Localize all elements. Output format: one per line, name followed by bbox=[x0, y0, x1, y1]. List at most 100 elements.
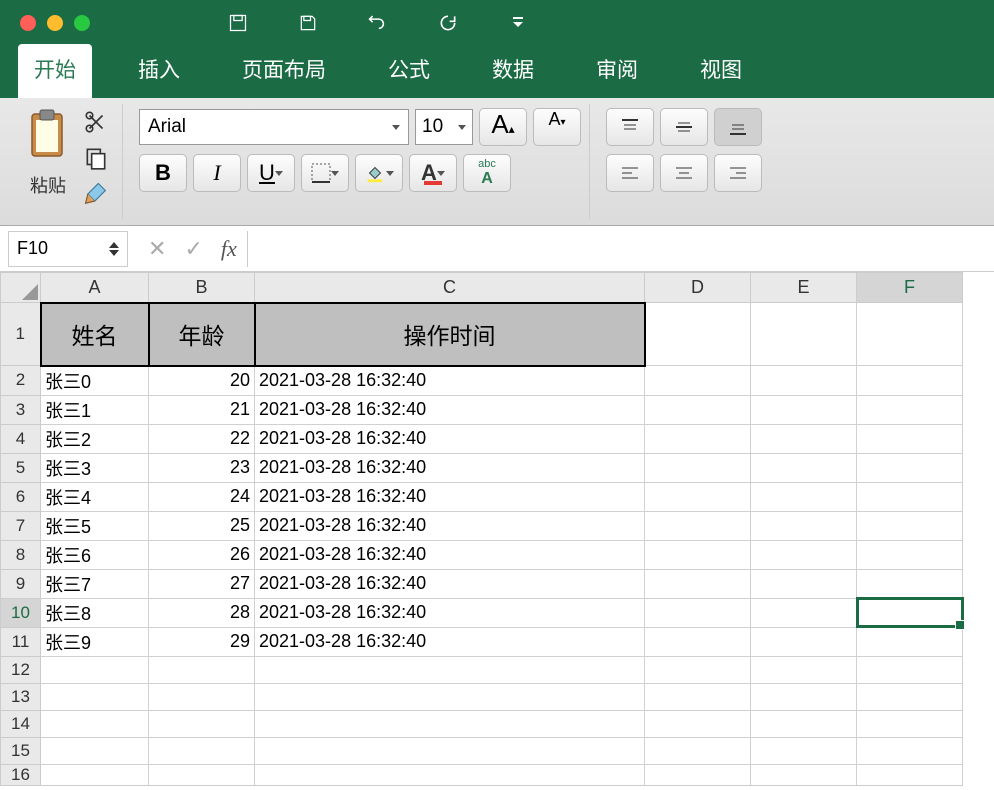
qat-customize-icon[interactable] bbox=[508, 13, 528, 33]
col-header-A[interactable]: A bbox=[41, 273, 149, 303]
cell[interactable] bbox=[857, 511, 963, 540]
row-header[interactable]: 2 bbox=[1, 366, 41, 396]
namebox-spinner[interactable] bbox=[109, 237, 119, 261]
cell[interactable] bbox=[645, 656, 751, 683]
cell[interactable] bbox=[857, 395, 963, 424]
cell[interactable] bbox=[857, 540, 963, 569]
select-all-corner[interactable] bbox=[1, 273, 41, 303]
cell[interactable] bbox=[751, 453, 857, 482]
cell[interactable]: 25 bbox=[149, 511, 255, 540]
cell[interactable]: 28 bbox=[149, 598, 255, 627]
cell[interactable]: 张三1 bbox=[41, 395, 149, 424]
col-header-C[interactable]: C bbox=[255, 273, 645, 303]
row-header[interactable]: 9 bbox=[1, 569, 41, 598]
redo-icon[interactable] bbox=[438, 13, 458, 33]
tab-insert[interactable]: 插入 bbox=[122, 44, 196, 98]
underline-button[interactable]: U bbox=[247, 154, 295, 192]
row-header[interactable]: 16 bbox=[1, 764, 41, 785]
cell[interactable] bbox=[751, 424, 857, 453]
cell[interactable]: 张三8 bbox=[41, 598, 149, 627]
header-cell-age[interactable]: 年龄 bbox=[149, 303, 255, 366]
cell[interactable] bbox=[751, 303, 857, 366]
minimize-window-button[interactable] bbox=[47, 15, 63, 31]
cell[interactable] bbox=[645, 737, 751, 764]
save-icon[interactable] bbox=[298, 13, 318, 33]
cell[interactable] bbox=[645, 453, 751, 482]
cell[interactable] bbox=[751, 656, 857, 683]
cell[interactable] bbox=[857, 482, 963, 511]
format-painter-button[interactable] bbox=[82, 180, 110, 208]
tab-view[interactable]: 视图 bbox=[684, 44, 758, 98]
cell[interactable]: 2021-03-28 16:32:40 bbox=[255, 453, 645, 482]
cell[interactable]: 2021-03-28 16:32:40 bbox=[255, 395, 645, 424]
cell[interactable] bbox=[645, 424, 751, 453]
cell[interactable]: 张三4 bbox=[41, 482, 149, 511]
cell[interactable] bbox=[751, 511, 857, 540]
cell[interactable]: 23 bbox=[149, 453, 255, 482]
cell[interactable]: 张三3 bbox=[41, 453, 149, 482]
cell[interactable] bbox=[645, 569, 751, 598]
cell[interactable]: 张三5 bbox=[41, 511, 149, 540]
cell[interactable]: 22 bbox=[149, 424, 255, 453]
cell[interactable]: 20 bbox=[149, 366, 255, 396]
cell[interactable] bbox=[751, 598, 857, 627]
cell[interactable] bbox=[149, 710, 255, 737]
header-cell-time[interactable]: 操作时间 bbox=[255, 303, 645, 366]
cell[interactable] bbox=[41, 737, 149, 764]
italic-button[interactable]: I bbox=[193, 154, 241, 192]
cell[interactable] bbox=[857, 303, 963, 366]
cell[interactable] bbox=[645, 366, 751, 396]
cell[interactable]: 张三9 bbox=[41, 627, 149, 656]
cell[interactable] bbox=[857, 683, 963, 710]
cell[interactable] bbox=[645, 710, 751, 737]
cell[interactable] bbox=[645, 395, 751, 424]
tab-formulas[interactable]: 公式 bbox=[372, 44, 446, 98]
cell[interactable] bbox=[255, 710, 645, 737]
tab-home[interactable]: 开始 bbox=[18, 44, 92, 98]
cell[interactable] bbox=[751, 540, 857, 569]
phonetic-button[interactable]: abc A bbox=[463, 154, 511, 192]
close-window-button[interactable] bbox=[20, 15, 36, 31]
cell[interactable]: 2021-03-28 16:32:40 bbox=[255, 366, 645, 396]
accept-icon[interactable]: ✓ bbox=[184, 236, 202, 262]
row-header[interactable]: 6 bbox=[1, 482, 41, 511]
cell[interactable] bbox=[149, 656, 255, 683]
row-header[interactable]: 8 bbox=[1, 540, 41, 569]
border-button[interactable] bbox=[301, 154, 349, 192]
cell[interactable]: 张三7 bbox=[41, 569, 149, 598]
cell[interactable] bbox=[751, 683, 857, 710]
cell[interactable]: 21 bbox=[149, 395, 255, 424]
align-center-button[interactable] bbox=[660, 154, 708, 192]
cell[interactable] bbox=[857, 710, 963, 737]
cell[interactable] bbox=[255, 737, 645, 764]
spreadsheet-grid[interactable]: A B C D E F 1 姓名 年龄 操作时间 2张三0202021-03-2… bbox=[0, 272, 994, 786]
cell[interactable] bbox=[645, 511, 751, 540]
decrease-font-button[interactable]: A▾ bbox=[533, 108, 581, 146]
cell[interactable]: 2021-03-28 16:32:40 bbox=[255, 598, 645, 627]
cell[interactable]: 张三2 bbox=[41, 424, 149, 453]
row-header[interactable]: 4 bbox=[1, 424, 41, 453]
row-header[interactable]: 1 bbox=[1, 303, 41, 366]
formula-input[interactable] bbox=[247, 231, 986, 267]
increase-font-button[interactable]: A▴ bbox=[479, 108, 527, 146]
row-header[interactable]: 10 bbox=[1, 598, 41, 627]
cell[interactable]: 2021-03-28 16:32:40 bbox=[255, 424, 645, 453]
col-header-B[interactable]: B bbox=[149, 273, 255, 303]
cell[interactable] bbox=[857, 569, 963, 598]
cancel-icon[interactable]: ✕ bbox=[148, 236, 166, 262]
cell[interactable] bbox=[255, 656, 645, 683]
align-bottom-button[interactable] bbox=[714, 108, 762, 146]
row-header[interactable]: 3 bbox=[1, 395, 41, 424]
align-middle-button[interactable] bbox=[660, 108, 708, 146]
col-header-F[interactable]: F bbox=[857, 273, 963, 303]
cell[interactable] bbox=[857, 764, 963, 785]
paste-button[interactable]: 粘贴 bbox=[22, 104, 74, 212]
align-right-button[interactable] bbox=[714, 154, 762, 192]
cut-button[interactable] bbox=[82, 108, 110, 136]
cell[interactable]: 2021-03-28 16:32:40 bbox=[255, 482, 645, 511]
cell[interactable] bbox=[149, 764, 255, 785]
cell[interactable] bbox=[751, 482, 857, 511]
font-size-select[interactable]: 10 bbox=[415, 109, 473, 145]
row-header[interactable]: 14 bbox=[1, 710, 41, 737]
cell[interactable] bbox=[149, 683, 255, 710]
